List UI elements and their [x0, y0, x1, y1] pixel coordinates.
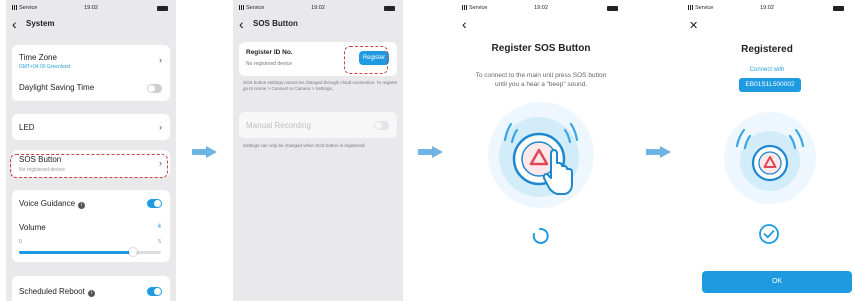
volume-slider[interactable] — [19, 248, 161, 256]
back-chevron-icon[interactable]: ‹ — [12, 15, 17, 33]
status-bar: Service 19:02 — [456, 4, 626, 14]
back-chevron-icon[interactable]: ‹ — [462, 15, 467, 33]
status-time: 19:02 — [84, 5, 98, 11]
time-zone-value: GMT+04:00 Greenland — [19, 64, 71, 70]
info-icon[interactable]: i — [87, 290, 95, 297]
chevron-right-icon: › — [159, 122, 162, 132]
screen-sos-button: Service 19:02 ‹ SOS Button Register ID N… — [233, 0, 403, 301]
reboot-row: Scheduled Reboot i — [12, 276, 170, 301]
voice-card: Voice Guidance i Volume 4 0 5 — [12, 190, 170, 262]
manual-recording-toggle[interactable] — [374, 121, 389, 130]
manual-note: Settings can only be changed when SOS bu… — [243, 143, 366, 148]
register-id-label: Register ID No. — [246, 49, 293, 56]
led-row[interactable]: LED › — [12, 114, 170, 140]
page-title: Registered — [741, 44, 793, 55]
chevron-right-icon: › — [159, 55, 162, 65]
status-time: 19:02 — [760, 5, 774, 11]
page-title: SOS Button — [253, 19, 298, 28]
status-time: 19:02 — [534, 5, 548, 11]
nav-bar: ‹ — [456, 15, 626, 33]
info-icon[interactable]: i — [78, 202, 86, 209]
volume-min: 0 — [19, 239, 22, 245]
loading-spinner-icon — [532, 227, 549, 244]
sos-button-icon — [751, 144, 789, 182]
register-highlight — [344, 46, 388, 74]
sos-press-illustration — [488, 102, 594, 208]
manual-recording-label: Manual Recording — [246, 121, 311, 130]
ok-button[interactable]: OK — [702, 271, 852, 293]
arrow-head — [660, 146, 671, 158]
device-id-badge: EB01S1L500002 — [739, 78, 801, 92]
voice-guidance-toggle[interactable] — [147, 199, 162, 208]
page-title: Register SOS Button — [491, 43, 591, 54]
nav-bar: ‹ SOS Button — [233, 15, 403, 33]
screen-register-sos: Service 19:02 ‹ Register SOS Button To c… — [456, 0, 626, 301]
sos-registered-illustration — [724, 112, 816, 204]
led-label: LED — [19, 123, 35, 132]
register-note: SOS button settings cannot be changed th… — [243, 80, 398, 91]
arrow-right-icon — [418, 146, 444, 158]
dst-toggle[interactable] — [147, 84, 162, 93]
page-title: System — [26, 19, 55, 28]
voice-guidance-text: Voice Guidance — [19, 199, 76, 208]
time-zone-row[interactable]: Time Zone GMT+04:00 Greenland › — [12, 45, 170, 75]
scheduled-reboot-toggle[interactable] — [147, 287, 162, 296]
status-bar: Service 19:02 — [6, 4, 176, 14]
sos-highlight — [10, 154, 168, 178]
check-circle-icon — [759, 224, 779, 244]
volume-value: 4 — [157, 224, 161, 230]
voice-guidance-label: Voice Guidance i — [19, 199, 86, 209]
volume-slider-fill — [19, 251, 133, 254]
battery-icon — [157, 6, 168, 11]
status-bar: Service 19:02 — [233, 4, 403, 14]
register-id-status: No registered device — [246, 61, 292, 67]
scheduled-reboot-text: Scheduled Reboot — [19, 287, 85, 296]
status-bar: Service 19:02 — [682, 4, 852, 14]
screen-system: Service 19:02 ‹ System Time Zone GMT+04:… — [6, 0, 176, 301]
arrow-head — [206, 146, 217, 158]
close-icon[interactable]: ✕ — [689, 20, 698, 32]
arrow-right-icon — [646, 146, 672, 158]
scheduled-reboot-label: Scheduled Reboot i — [19, 287, 95, 297]
dst-label: Daylight Saving Time — [19, 83, 95, 92]
manual-recording-row: Manual Recording — [239, 112, 397, 138]
status-time: 19:02 — [311, 5, 325, 11]
nav-bar: ‹ System — [6, 15, 176, 33]
battery-icon — [833, 6, 844, 11]
battery-icon — [607, 6, 618, 11]
volume-max: 5 — [158, 239, 161, 245]
time-zone-label: Time Zone — [19, 53, 57, 62]
arrow-right-icon — [192, 146, 218, 158]
time-settings-card: Time Zone GMT+04:00 Greenland › Daylight… — [12, 45, 170, 101]
volume-slider-handle[interactable] — [128, 248, 137, 256]
arrow-head — [432, 146, 443, 158]
back-chevron-icon[interactable]: ‹ — [239, 15, 244, 33]
volume-label: Volume — [19, 223, 46, 232]
connect-with-label: Connect with — [749, 67, 785, 73]
battery-icon — [384, 6, 395, 11]
screen-registered: Service 19:02 ✕ Registered Connect with … — [682, 0, 852, 301]
instruction-text: To connect to the main unit press SOS bu… — [475, 72, 607, 88]
